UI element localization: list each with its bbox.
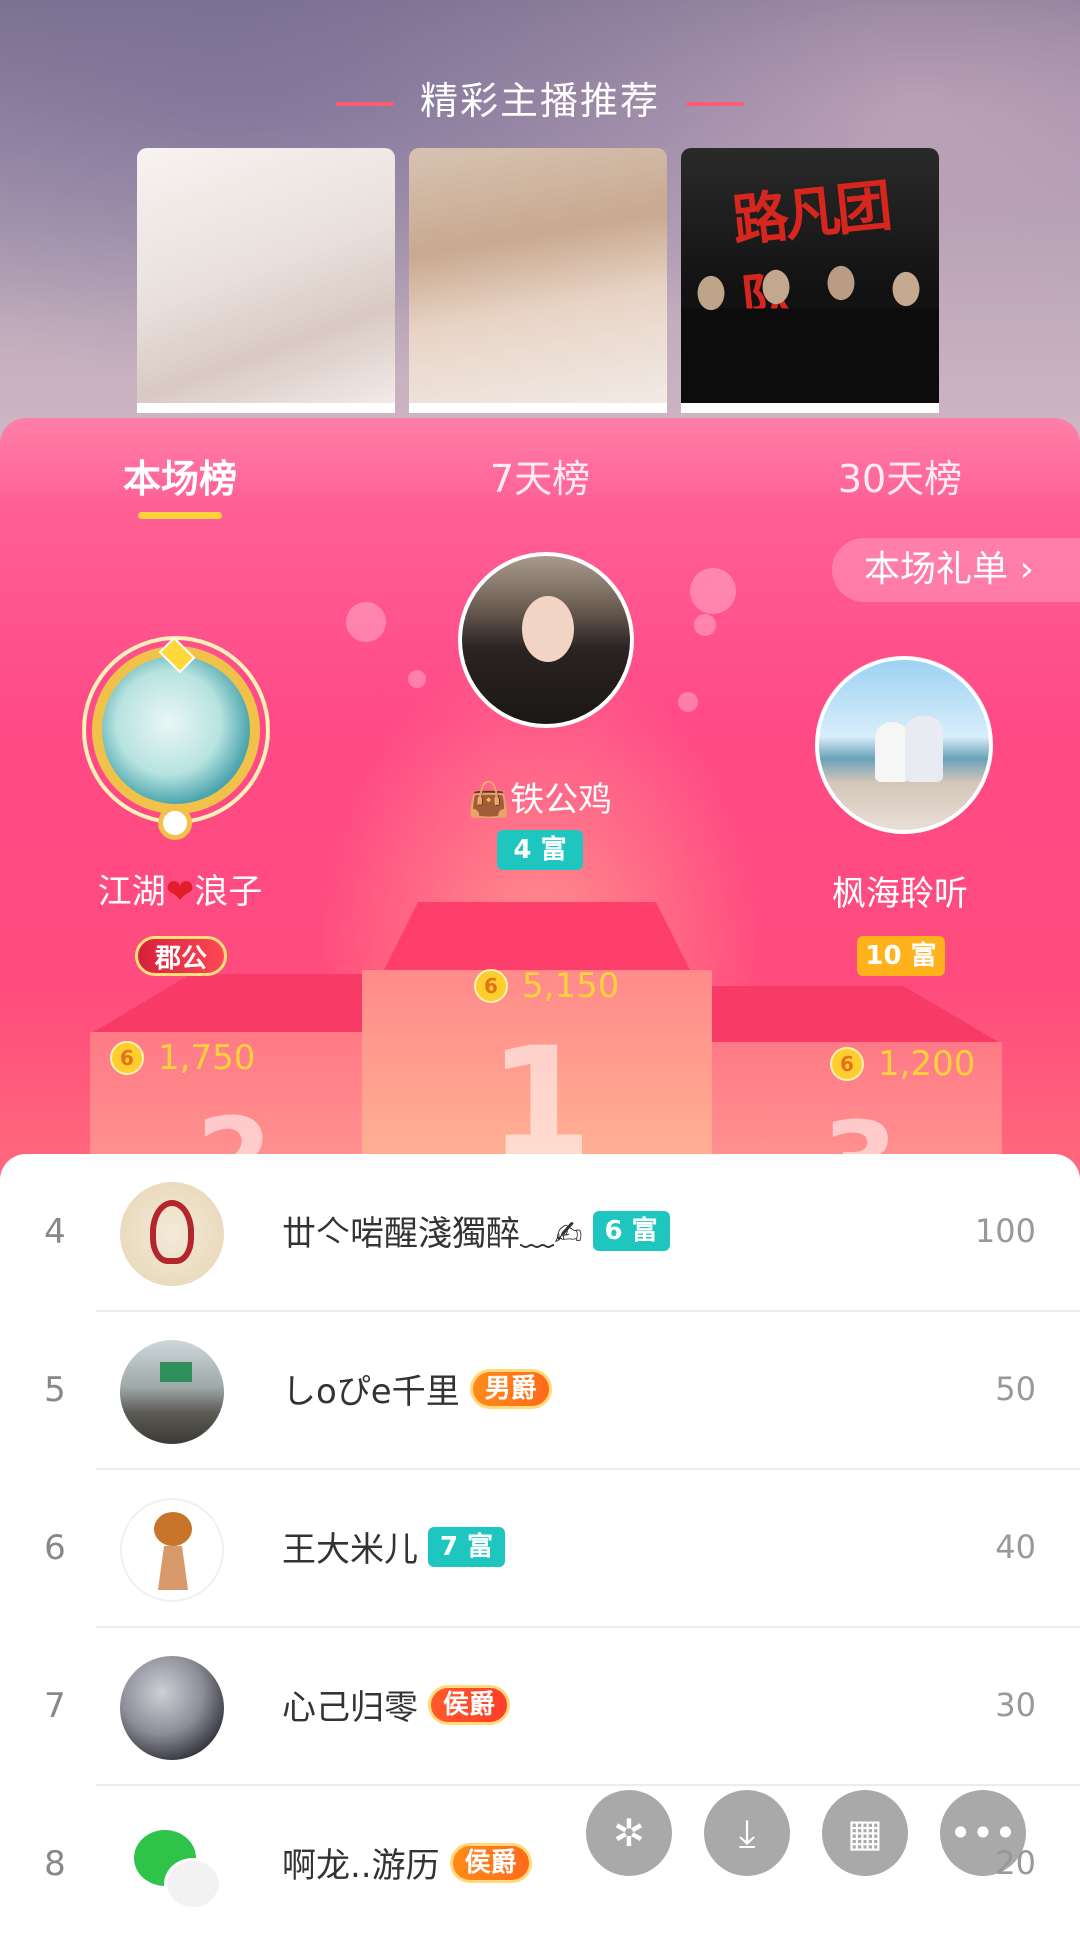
more-icon[interactable]: ••• [940,1790,1026,1876]
user-score: 100 [974,1212,1036,1250]
chat-bubble-icon [164,1858,222,1910]
user-name: しoぴe千里 [282,1372,460,1412]
ranking-list: 4 丗亽啱醒淺獨醉﹏✍ 6 富 100 5 しoぴe千里 男爵 50 6 王大米… [0,1154,1080,1920]
user-name: 王大米儿 [282,1530,418,1570]
coin-icon: 6 [110,1041,144,1075]
second-place-coins: 6 1,750 [110,1038,255,1078]
group-photo [681,263,939,403]
road-sign [160,1362,192,1382]
second-place-name: 江湖❤浪子 [60,864,300,913]
user-avatar[interactable] [120,1656,224,1760]
seal-mark [150,1200,194,1264]
face [522,596,574,662]
list-item[interactable]: 7 心己归零 侯爵 30 [0,1628,1080,1786]
second-name-part-b: 浪子 [194,872,263,912]
user-name: 心己归零 [282,1688,418,1728]
gift-list-link[interactable]: 本场礼单 › [832,538,1080,602]
cartoon-head [154,1512,192,1546]
third-place-avatar[interactable] [815,656,993,834]
first-place-name: 👜铁公鸡 [467,780,613,820]
podium-2-top [90,974,370,1034]
ranking-panel: 本场榜 7天榜 30天榜 本场礼单 › 1 2 3 👜铁公鸡 4 富 6 5,15… [0,418,1080,1178]
podium-3-top [712,986,1002,1044]
second-place-coin-value: 1,750 [158,1038,256,1078]
user-name-row: 心己归零 侯爵 [282,1680,511,1729]
recommend-header: 精彩主播推荐 [0,70,1080,125]
decor-bubble [690,568,736,614]
streamer-card-2[interactable] [409,148,667,413]
first-place-coins: 6 5,150 [474,966,619,1006]
rank-number: 7 [44,1686,66,1726]
active-tab-indicator [138,512,222,519]
rank-number: 5 [44,1370,66,1410]
card-caption [681,403,939,413]
user-score: 40 [995,1528,1036,1566]
user-avatar[interactable] [120,1814,224,1918]
recommend-cards: 路凡团队 [137,148,939,413]
user-name: 啊龙..游历 [282,1846,440,1886]
card-caption [137,403,395,413]
user-name-row: 王大米儿 7 富 [282,1522,506,1571]
rank-number: 8 [44,1844,66,1884]
user-avatar[interactable] [120,1182,224,1286]
rank-badge: 男爵 [469,1368,552,1409]
person-figure [905,716,943,782]
left-dash [335,101,394,106]
right-dash [686,101,744,106]
recommend-title: 精彩主播推荐 [419,79,660,123]
second-name-part-a: 江湖 [97,872,166,912]
frame-jewel-icon [158,806,192,840]
decor-bubble [678,692,698,712]
user-name-row: 啊龙..游历 侯爵 [282,1838,532,1887]
user-score: 50 [995,1370,1036,1408]
first-place-avatar[interactable] [458,552,634,728]
podium-1-top [383,902,691,972]
rank-badge: 侯爵 [428,1684,511,1725]
user-avatar[interactable] [120,1498,224,1602]
third-place-coin-value: 1,200 [878,1044,976,1084]
decor-bubble [694,614,716,636]
user-name-row: しoぴe千里 男爵 [282,1364,552,1413]
first-place-wealth-badge: 4 富 [497,830,583,870]
tab-7-days[interactable]: 7天榜 [430,448,650,503]
coin-icon: 6 [474,969,508,1003]
person-figure [875,722,909,782]
heart-icon: ❤ [165,872,195,912]
user-score: 30 [995,1686,1036,1724]
second-place-rank-badge: 郡公 [135,936,227,976]
coin-icon: 6 [830,1047,864,1081]
ranking-tabs: 本场榜 7天榜 30天榜 [0,418,1080,538]
pinwheel-icon[interactable]: ✲ [586,1790,672,1876]
rank-badge: 侯爵 [449,1842,532,1883]
third-place-wealth-badge: 10 富 [857,936,945,976]
tab-this-show[interactable]: 本场榜 [70,448,290,503]
third-place-coins: 6 1,200 [830,1044,975,1084]
list-item[interactable]: 5 しoぴe千里 男爵 50 [0,1312,1080,1470]
card-caption [409,403,667,413]
streamer-card-1[interactable] [137,148,395,413]
rank-number: 6 [44,1528,66,1568]
first-place-coin-value: 5,150 [522,966,620,1006]
download-icon[interactable]: ⤓ [704,1790,790,1876]
decor-bubble [346,602,386,642]
user-name: 丗亽啱醒淺獨醉﹏✍ [282,1214,583,1254]
tab-30-days[interactable]: 30天榜 [790,448,1010,503]
list-item[interactable]: 6 王大米儿 7 富 40 [0,1470,1080,1628]
second-place-avatar[interactable] [92,646,260,814]
rank-number: 4 [44,1212,66,1252]
decor-bubble [408,670,426,688]
list-item[interactable]: 8 啊龙..游历 侯爵 20 [0,1786,1080,1944]
wealth-badge: 7 富 [428,1526,506,1567]
wealth-badge: 6 富 [592,1210,670,1251]
list-item[interactable]: 4 丗亽啱醒淺獨醉﹏✍ 6 富 100 [0,1154,1080,1312]
streamer-card-3[interactable]: 路凡团队 [681,148,939,413]
user-name-row: 丗亽啱醒淺獨醉﹏✍ 6 富 [282,1206,670,1255]
grid-icon[interactable]: ▦ [822,1790,908,1876]
third-place-name: 枫海聆听 [832,874,968,914]
user-avatar[interactable] [120,1340,224,1444]
cartoon-dress [158,1546,188,1590]
